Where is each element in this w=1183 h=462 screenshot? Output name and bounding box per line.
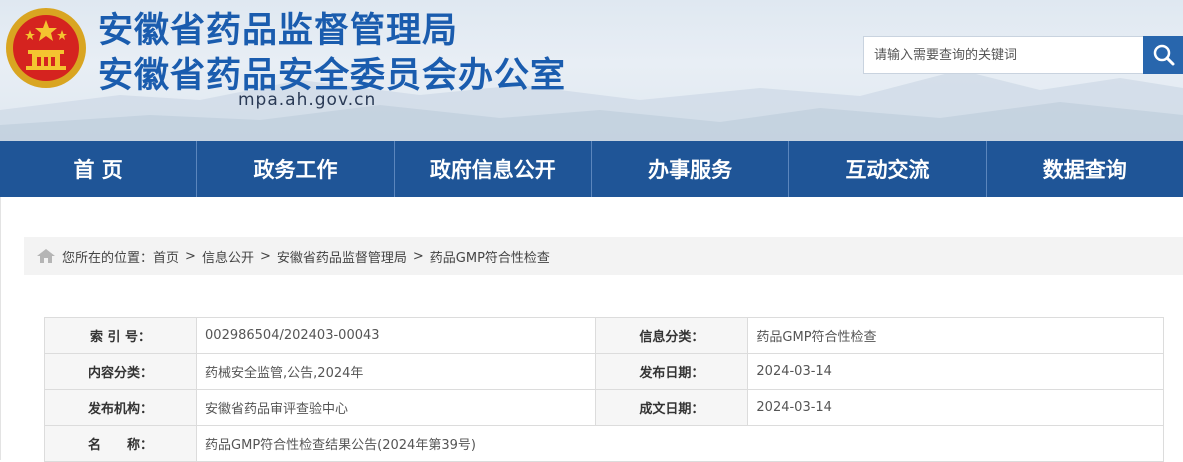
created-date-value: 2024-03-14 [747, 389, 1164, 426]
nav-item-home[interactable]: 首 页 [0, 141, 196, 197]
breadcrumb-item-home[interactable]: 首页 [153, 247, 179, 266]
content-area: 您所在的位置： 首页 > 信息公开 > 安徽省药品监督管理局 > 药品GMP符合… [0, 197, 1183, 462]
table-row: 发布机构： 安徽省药品审评查验中心 成文日期： 2024-03-14 [43, 389, 1164, 426]
index-value: 002986504/202403-00043 [196, 317, 597, 354]
main-nav: 首 页 政务工作 政府信息公开 办事服务 互动交流 数据查询 [0, 141, 1183, 197]
home-icon [36, 248, 56, 264]
site-header: 安徽省药品监督管理局 安徽省药品安全委员会办公室 mpa.ah.gov.cn [0, 0, 1183, 141]
created-date-label: 成文日期： [595, 389, 749, 426]
nav-item-info-disclosure[interactable]: 政府信息公开 [393, 141, 591, 197]
nav-item-government-work[interactable]: 政务工作 [196, 141, 393, 197]
category-value: 药品GMP符合性检查 [747, 317, 1164, 354]
breadcrumb-item-agency[interactable]: 安徽省药品监督管理局 [277, 247, 407, 266]
site-title-primary: 安徽省药品监督管理局 [98, 11, 459, 51]
breadcrumb: 您所在的位置： 首页 > 信息公开 > 安徽省药品监督管理局 > 药品GMP符合… [24, 237, 1183, 275]
category-label: 信息分类： [595, 317, 749, 354]
national-emblem-icon [6, 8, 86, 88]
publish-date-value: 2024-03-14 [747, 353, 1164, 390]
publish-date-label: 发布日期： [595, 353, 749, 390]
info-table: 索 引 号： 002986504/202403-00043 信息分类： 药品GM… [43, 317, 1164, 462]
breadcrumb-separator: > [412, 248, 424, 264]
table-row: 名 称： 药品GMP符合性检查结果公告(2024年第39号) [43, 425, 1164, 462]
table-row: 内容分类： 药械安全监管,公告,2024年 发布日期： 2024-03-14 [43, 353, 1164, 390]
breadcrumb-separator: > [259, 248, 271, 264]
search-icon [1153, 44, 1174, 66]
name-value: 药品GMP符合性检查结果公告(2024年第39号) [196, 425, 1164, 462]
nav-item-services[interactable]: 办事服务 [590, 141, 788, 197]
breadcrumb-item-info[interactable]: 信息公开 [202, 247, 254, 266]
issuer-label: 发布机构： [43, 389, 198, 426]
search-box [863, 36, 1183, 74]
table-row: 索 引 号： 002986504/202403-00043 信息分类： 药品GM… [43, 317, 1164, 354]
site-domain: mpa.ah.gov.cn [238, 90, 377, 110]
search-input[interactable] [864, 37, 1144, 73]
nav-item-data-query[interactable]: 数据查询 [985, 141, 1183, 197]
breadcrumb-item-current[interactable]: 药品GMP符合性检查 [430, 247, 550, 266]
issuer-value: 安徽省药品审评查验中心 [196, 389, 597, 426]
content-type-label: 内容分类： [43, 353, 198, 390]
nav-item-interaction[interactable]: 互动交流 [788, 141, 985, 197]
name-label: 名 称： [43, 425, 198, 462]
search-button[interactable] [1143, 36, 1183, 74]
index-label: 索 引 号： [43, 317, 198, 354]
breadcrumb-prefix: 您所在的位置： [62, 250, 154, 266]
content-type-value: 药械安全监管,公告,2024年 [196, 353, 597, 390]
breadcrumb-separator: > [185, 248, 196, 264]
